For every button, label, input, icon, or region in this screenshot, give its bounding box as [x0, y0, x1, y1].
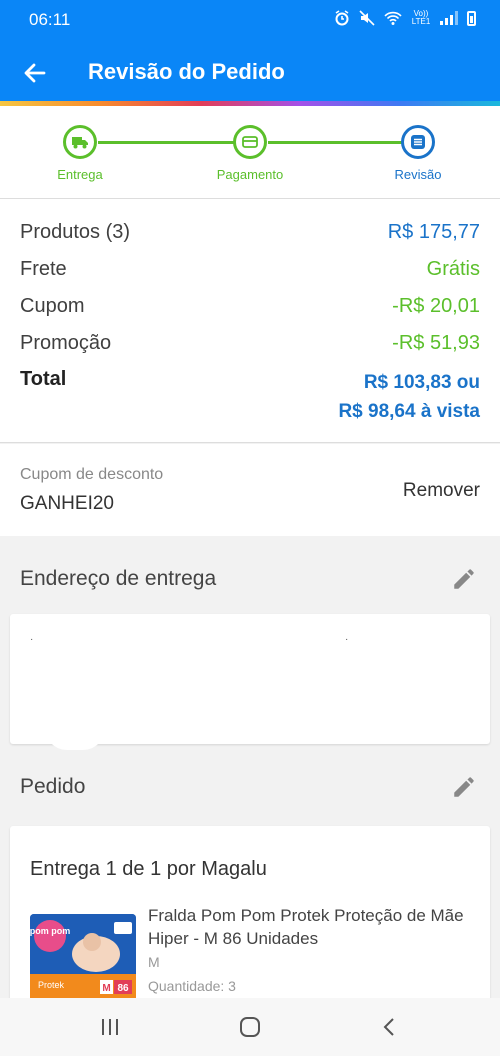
step-pagamento[interactable]: Pagamento — [210, 125, 290, 182]
address-card-redaction — [45, 728, 105, 750]
step-entrega[interactable]: Entrega — [40, 125, 120, 182]
step-circle — [63, 125, 97, 159]
total-label: Total — [20, 368, 67, 390]
edit-order-pencil-icon[interactable] — [451, 774, 477, 800]
address-card[interactable]: · · — [10, 614, 490, 744]
order-summary: Produtos (3) R$ 175,77 Frete Grátis Cupo… — [0, 198, 500, 443]
home-icon[interactable] — [238, 1016, 262, 1038]
delivery-heading: Entrega 1 de 1 por Magalu — [30, 858, 267, 880]
address-section-title: Endereço de entrega — [20, 567, 217, 590]
truck-icon — [72, 137, 88, 149]
promo-label: Promoção — [20, 332, 112, 354]
summary-row-promo: Promoção -R$ 51,93 — [20, 332, 480, 355]
step-circle — [401, 125, 435, 159]
status-time: 06:11 — [29, 10, 71, 29]
summary-row-coupon: Cupom -R$ 20,01 — [20, 295, 480, 318]
recent-apps-icon[interactable] — [98, 1016, 122, 1038]
step-revisao[interactable]: Revisão — [378, 125, 458, 182]
products-label: Produtos (3) — [20, 221, 131, 243]
product-size: M — [148, 954, 160, 970]
page-title: Revisão do Pedido — [88, 59, 285, 84]
step-label: Revisão — [394, 167, 442, 182]
step-label: Pagamento — [216, 167, 284, 182]
remove-coupon-button[interactable]: Remover — [403, 480, 480, 502]
shipping-label: Frete — [20, 258, 67, 280]
app-bar: 06:11 Vo)) LTE1 Revisão do Pedido — [0, 0, 500, 106]
step-label: Entrega — [57, 167, 103, 182]
network-label: Vo)) LTE1 — [411, 9, 431, 26]
coupon-row-value: -R$ 20,01 — [392, 295, 480, 317]
step-circle — [233, 125, 267, 159]
alarm-icon — [335, 10, 349, 26]
checkout-stepper: Entrega Pagamento Revisão — [0, 106, 500, 198]
order-card: Entrega 1 de 1 por Magalu pom pom Protek… — [10, 826, 490, 1002]
product-quantity: Quantidade: 3 — [148, 978, 236, 994]
address-redacted-mark: · — [345, 634, 349, 645]
promo-value: -R$ 51,93 — [392, 332, 480, 354]
coupon-code: GANHEI20 — [20, 493, 114, 514]
mute-icon — [359, 10, 375, 26]
brand-text: pom pom — [30, 926, 70, 936]
total-values: R$ 103,83 ou R$ 98,64 à vista — [338, 368, 480, 426]
system-nav-bar — [0, 998, 500, 1056]
signal-icon — [440, 11, 458, 25]
status-bar: 06:11 Vo)) LTE1 — [0, 0, 500, 38]
status-icons: Vo)) LTE1 — [334, 10, 476, 26]
back-arrow-icon[interactable] — [20, 58, 50, 88]
wifi-icon — [384, 11, 402, 25]
size-text: M — [102, 983, 110, 994]
order-section-title: Pedido — [20, 775, 86, 798]
diaper-package-image: pom pom Protek M 86 — [30, 914, 136, 1002]
count-text: 86 — [117, 983, 129, 994]
coupon-section: Cupom de desconto GANHEI20 Remover — [0, 444, 500, 536]
card-icon — [242, 136, 258, 148]
summary-row-shipping: Frete Grátis — [20, 258, 480, 281]
edit-address-pencil-icon[interactable] — [451, 566, 477, 592]
total-cash-value: R$ 98,64 à vista — [338, 401, 480, 422]
address-redacted-mark: · — [30, 634, 34, 645]
list-icon — [411, 135, 425, 149]
summary-row-total: Total R$ 103,83 ou R$ 98,64 à vista — [20, 368, 480, 426]
coupon-row-label: Cupom — [20, 295, 85, 317]
product-image[interactable]: pom pom Protek M 86 — [30, 914, 136, 1002]
total-value: R$ 103,83 ou — [363, 372, 480, 393]
products-value: R$ 175,77 — [387, 221, 480, 243]
shipping-value: Grátis — [426, 258, 480, 280]
back-nav-icon[interactable] — [378, 1016, 402, 1038]
coupon-label: Cupom de desconto — [20, 466, 164, 483]
product-name[interactable]: Fralda Pom Pom Protek Proteção de Mãe Hi… — [148, 904, 468, 950]
product-line-text: Protek — [38, 980, 65, 990]
summary-row-products: Produtos (3) R$ 175,77 — [20, 221, 480, 244]
battery-icon — [467, 10, 476, 26]
